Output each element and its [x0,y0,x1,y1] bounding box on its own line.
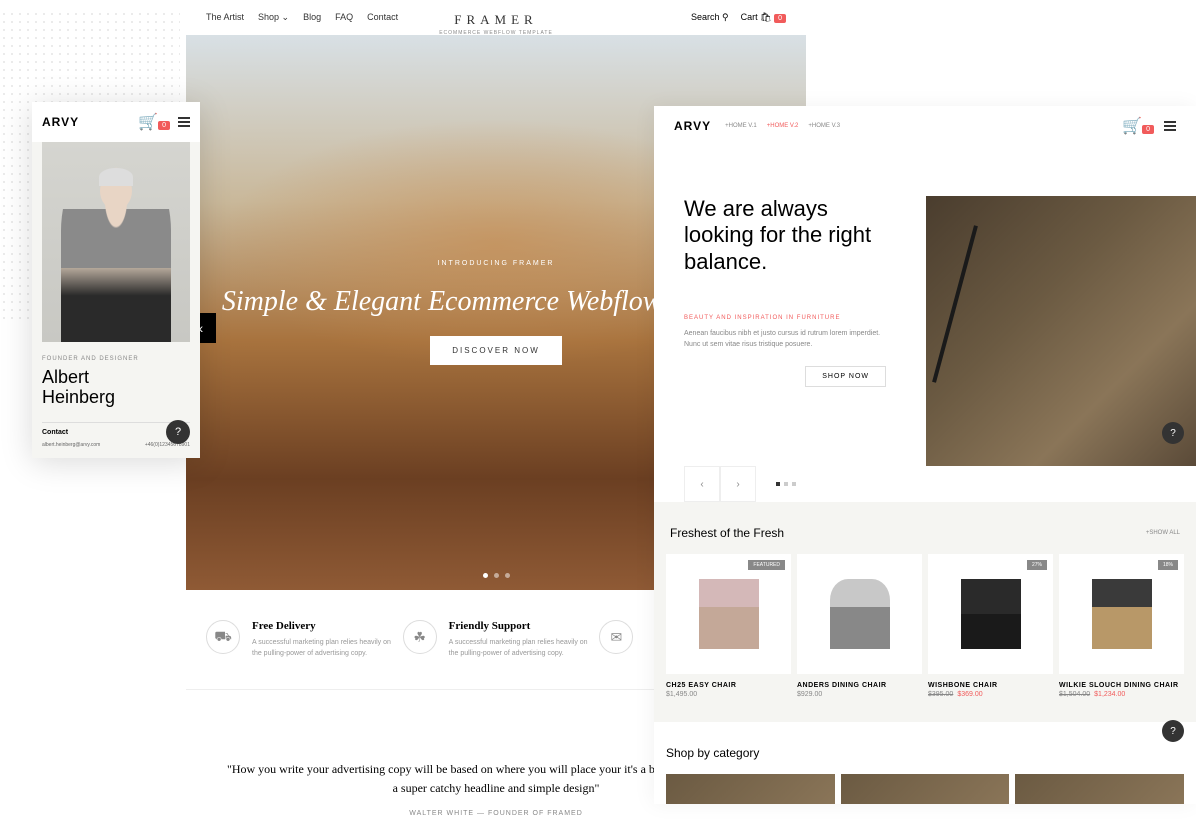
prev-button[interactable]: ‹ [684,466,720,502]
nav-home1[interactable]: +HOME V.1 [725,123,757,129]
hero-eyebrow: BEAUTY AND INSPIRATION IN FURNITURE [684,315,886,321]
nav-contact[interactable]: Contact [367,12,398,23]
discount-badge: 27% [1027,560,1047,570]
next-button[interactable]: › [720,466,756,502]
framer-navbar: The Artist Shop ⌄ Blog FAQ Contact FRAME… [186,0,806,35]
hero-image [926,196,1196,466]
nav-home3[interactable]: +HOME V.3 [808,123,840,129]
feature-support: ☘ Friendly Support A successful marketin… [403,620,590,659]
hero-description: Aenean faucibus nibh et justo cursus id … [684,329,886,350]
contact-email[interactable]: albert.heinberg@arvy.com [42,442,100,448]
slide-pager: ‹ › [684,466,1166,502]
section-title: Freshest of the Fresh [670,526,784,540]
search-link[interactable]: Search ⚲ [691,12,729,23]
chair-image [1092,579,1152,649]
product-card[interactable]: ANDERS DINING CHAIR$929.00 [797,554,922,698]
arvy-hero: We are always looking for the right bala… [654,146,1196,466]
nav-shop[interactable]: Shop ⌄ [258,12,289,23]
discover-button[interactable]: DISCOVER NOW [430,336,562,365]
cart-link[interactable]: Cart 🛍 0 [741,12,786,23]
role-label: FOUNDER AND DESIGNER [42,356,190,362]
nav-artist[interactable]: The Artist [206,12,244,23]
fresh-section: Freshest of the Fresh +SHOW ALL FEATURED… [654,502,1196,722]
menu-icon[interactable] [178,117,190,127]
slide-indicators[interactable] [483,573,510,578]
hero-eyebrow: INTRODUCING FRAMER [438,260,555,267]
arvy-navbar: ARVY +HOME V.1 +HOME V.2 +HOME V.3 🛒0 [654,106,1196,146]
featured-badge: FEATURED [748,560,785,570]
discount-badge: 18% [1158,560,1178,570]
nav-home2[interactable]: +HOME V.2 [767,123,799,129]
menu-icon[interactable] [1164,121,1176,131]
chair-image [830,579,890,649]
product-card[interactable]: 27% WISHBONE CHAIR$395.00$369.00 [928,554,1053,698]
chair-image [961,579,1021,649]
shop-now-button[interactable]: SHOP NOW [805,366,886,387]
nav-blog[interactable]: Blog [303,12,321,23]
section-title: Shop by category [666,746,1184,760]
nav-faq[interactable]: FAQ [335,12,353,23]
cart-icon[interactable]: 🛒0 [138,112,170,132]
help-icon[interactable]: ? [1162,422,1184,444]
cart-icon[interactable]: 🛒0 [1122,116,1154,136]
help-icon[interactable]: ? [166,420,190,444]
support-icon: ☘ [403,620,437,654]
founder-portrait [42,142,190,342]
product-card[interactable]: FEATURED CH25 EASY CHAIR$1,495.00 [666,554,791,698]
hero-headline: We are always looking for the right bala… [684,196,886,275]
globe-icon: ✉ [599,620,633,654]
truck-icon: ⛟ [206,620,240,654]
arvy-desktop-preview: ARVY +HOME V.1 +HOME V.2 +HOME V.3 🛒0 We… [654,106,1196,804]
show-all-link[interactable]: +SHOW ALL [1146,530,1180,536]
feature-delivery: ⛟ Free Delivery A successful marketing p… [206,620,393,659]
arvy-logo[interactable]: ARVY [674,119,711,133]
product-card[interactable]: 18% WILKIE SLOUCH DINING CHAIR$1,504.00$… [1059,554,1184,698]
pager-dots[interactable] [776,482,796,486]
chair-image [699,579,759,649]
mobile-preview: ARVY 🛒0 FOUNDER AND DESIGNER AlbertHeinb… [32,102,200,458]
arvy-logo-mobile[interactable]: ARVY [42,115,79,129]
framer-logo[interactable]: FRAMER ECOMMERCE WEBFLOW TEMPLATE [439,12,553,36]
founder-name: AlbertHeinberg [42,368,190,408]
category-section: Shop by category [654,722,1196,804]
help-icon[interactable]: ? [1162,720,1184,742]
